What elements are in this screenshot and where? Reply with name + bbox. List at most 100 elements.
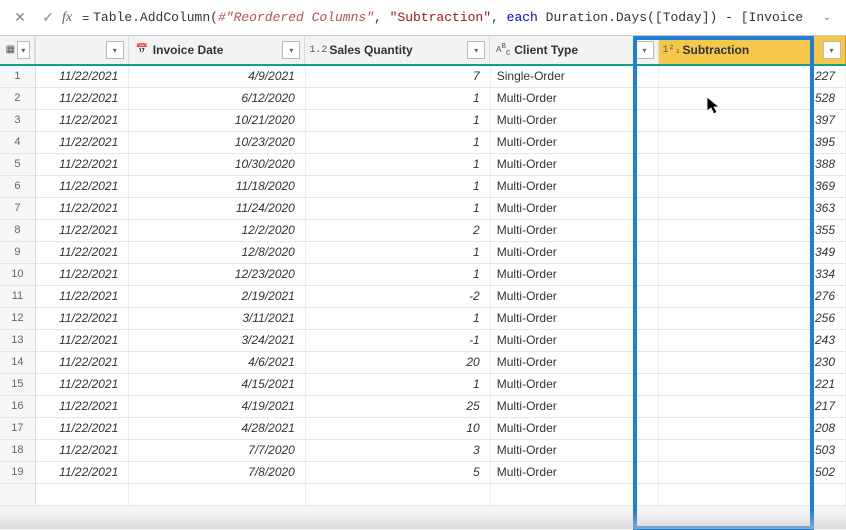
cell-today[interactable]: 11/22/2021 (35, 439, 128, 461)
cell-sales-quantity[interactable]: 2 (305, 219, 490, 241)
cell-client-type[interactable]: Multi-Order (490, 131, 658, 153)
row-number[interactable]: 6 (0, 175, 35, 197)
cell-invoice-date[interactable]: 12/23/2020 (129, 263, 306, 285)
cell-client-type[interactable]: Multi-Order (490, 373, 658, 395)
row-number[interactable]: 9 (0, 241, 35, 263)
cell-today[interactable]: 11/22/2021 (35, 175, 128, 197)
row-number[interactable]: 3 (0, 109, 35, 131)
cell-sales-quantity[interactable]: 1 (305, 197, 490, 219)
cell-sales-quantity[interactable]: 1 (305, 373, 490, 395)
cell-invoice-date[interactable]: 4/28/2021 (129, 417, 306, 439)
row-number[interactable]: 5 (0, 153, 35, 175)
cell-client-type[interactable]: Multi-Order (490, 329, 658, 351)
cell-invoice-date[interactable]: 10/30/2020 (129, 153, 306, 175)
cell-subtraction[interactable]: 208 (659, 417, 846, 439)
row-number[interactable]: 17 (0, 417, 35, 439)
cell-invoice-date[interactable]: 10/21/2020 (129, 109, 306, 131)
formula-expand-button[interactable]: ⌄ (814, 12, 840, 23)
cell-client-type[interactable]: Multi-Order (490, 439, 658, 461)
cell-sales-quantity[interactable]: 1 (305, 131, 490, 153)
row-number[interactable]: 20 (0, 483, 35, 505)
table-row[interactable]: 1711/22/20214/28/202110Multi-Order208 (0, 417, 846, 439)
row-number[interactable]: 18 (0, 439, 35, 461)
cell-today[interactable]: 11/22/2021 (35, 153, 128, 175)
cell-subtraction[interactable]: 227 (659, 65, 846, 87)
row-number[interactable]: 13 (0, 329, 35, 351)
table-row[interactable]: 1111/22/20212/19/2021-2Multi-Order276 (0, 285, 846, 307)
cell-client-type[interactable] (490, 483, 658, 505)
cell-today[interactable]: 11/22/2021 (35, 131, 128, 153)
column-header-sales-quantity[interactable]: 1.2Sales Quantity▾ (305, 36, 490, 65)
table-row[interactable]: 711/22/202111/24/20201Multi-Order363 (0, 197, 846, 219)
cell-sales-quantity[interactable]: 3 (305, 439, 490, 461)
table-row[interactable]: 111/22/20214/9/20217Single-Order227 (0, 65, 846, 87)
table-row[interactable]: 911/22/202112/8/20201Multi-Order349 (0, 241, 846, 263)
cell-client-type[interactable]: Multi-Order (490, 109, 658, 131)
cell-subtraction[interactable] (659, 483, 846, 505)
row-number[interactable]: 19 (0, 461, 35, 483)
table-row[interactable]: 1011/22/202112/23/20201Multi-Order334 (0, 263, 846, 285)
cell-client-type[interactable]: Multi-Order (490, 461, 658, 483)
cell-sales-quantity[interactable]: 1 (305, 241, 490, 263)
cell-today[interactable]: 11/22/2021 (35, 351, 128, 373)
cell-subtraction[interactable]: 397 (659, 109, 846, 131)
cell-sales-quantity[interactable]: 1 (305, 175, 490, 197)
table-row[interactable]: 1611/22/20214/19/202125Multi-Order217 (0, 395, 846, 417)
table-row[interactable]: 1511/22/20214/15/20211Multi-Order221 (0, 373, 846, 395)
cell-invoice-date[interactable]: 7/8/2020 (129, 461, 306, 483)
cell-client-type[interactable]: Single-Order (490, 65, 658, 87)
cell-invoice-date[interactable]: 12/2/2020 (129, 219, 306, 241)
cell-client-type[interactable]: Multi-Order (490, 307, 658, 329)
cell-sales-quantity[interactable]: 5 (305, 461, 490, 483)
cell-sales-quantity[interactable]: 10 (305, 417, 490, 439)
cell-today[interactable]: 11/22/2021 (35, 307, 128, 329)
table-row[interactable]: 1211/22/20213/11/20211Multi-Order256 (0, 307, 846, 329)
cell-sales-quantity[interactable]: 1 (305, 87, 490, 109)
row-number[interactable]: 15 (0, 373, 35, 395)
table-row[interactable]: 511/22/202110/30/20201Multi-Order388 (0, 153, 846, 175)
cell-today[interactable]: 11/22/2021 (35, 87, 128, 109)
cell-client-type[interactable]: Multi-Order (490, 219, 658, 241)
cell-subtraction[interactable]: 355 (659, 219, 846, 241)
cell-invoice-date[interactable]: 10/23/2020 (129, 131, 306, 153)
cell-invoice-date[interactable]: 4/15/2021 (129, 373, 306, 395)
cell-subtraction[interactable]: 528 (659, 87, 846, 109)
cell-invoice-date[interactable]: 7/7/2020 (129, 439, 306, 461)
cell-client-type[interactable]: Multi-Order (490, 175, 658, 197)
cell-sales-quantity[interactable]: 7 (305, 65, 490, 87)
cell-invoice-date[interactable]: 4/19/2021 (129, 395, 306, 417)
row-number[interactable]: 12 (0, 307, 35, 329)
table-row[interactable]: 611/22/202111/18/20201Multi-Order369 (0, 175, 846, 197)
cell-sales-quantity[interactable]: 1 (305, 307, 490, 329)
cell-subtraction[interactable]: 503 (659, 439, 846, 461)
cell-today[interactable] (35, 483, 128, 505)
cell-subtraction[interactable]: 243 (659, 329, 846, 351)
cell-sales-quantity[interactable]: 20 (305, 351, 490, 373)
column-header-client-type[interactable]: ABCClient Type▾ (490, 36, 658, 65)
filter-icon[interactable]: ▾ (467, 41, 485, 59)
table-row[interactable]: 20 (0, 483, 846, 505)
table-row[interactable]: 1911/22/20217/8/20205Multi-Order502 (0, 461, 846, 483)
table-row[interactable]: 1311/22/20213/24/2021-1Multi-Order243 (0, 329, 846, 351)
cell-sales-quantity[interactable]: 1 (305, 109, 490, 131)
row-number[interactable]: 8 (0, 219, 35, 241)
cell-invoice-date[interactable]: 2/19/2021 (129, 285, 306, 307)
row-number[interactable]: 16 (0, 395, 35, 417)
row-number[interactable]: 11 (0, 285, 35, 307)
row-number[interactable]: 1 (0, 65, 35, 87)
cell-today[interactable]: 11/22/2021 (35, 263, 128, 285)
cell-today[interactable]: 11/22/2021 (35, 219, 128, 241)
cell-client-type[interactable]: Multi-Order (490, 197, 658, 219)
row-number[interactable]: 10 (0, 263, 35, 285)
cell-invoice-date[interactable]: 11/24/2020 (129, 197, 306, 219)
cell-client-type[interactable]: Multi-Order (490, 153, 658, 175)
table-row[interactable]: 1411/22/20214/6/202120Multi-Order230 (0, 351, 846, 373)
cell-subtraction[interactable]: 395 (659, 131, 846, 153)
filter-icon[interactable]: ▾ (636, 41, 654, 59)
cell-subtraction[interactable]: 349 (659, 241, 846, 263)
cell-invoice-date[interactable]: 11/18/2020 (129, 175, 306, 197)
column-header-invoice-date[interactable]: 📅Invoice Date▾ (129, 36, 306, 65)
cell-subtraction[interactable]: 230 (659, 351, 846, 373)
table-row[interactable]: 311/22/202110/21/20201Multi-Order397 (0, 109, 846, 131)
row-number[interactable]: 4 (0, 131, 35, 153)
